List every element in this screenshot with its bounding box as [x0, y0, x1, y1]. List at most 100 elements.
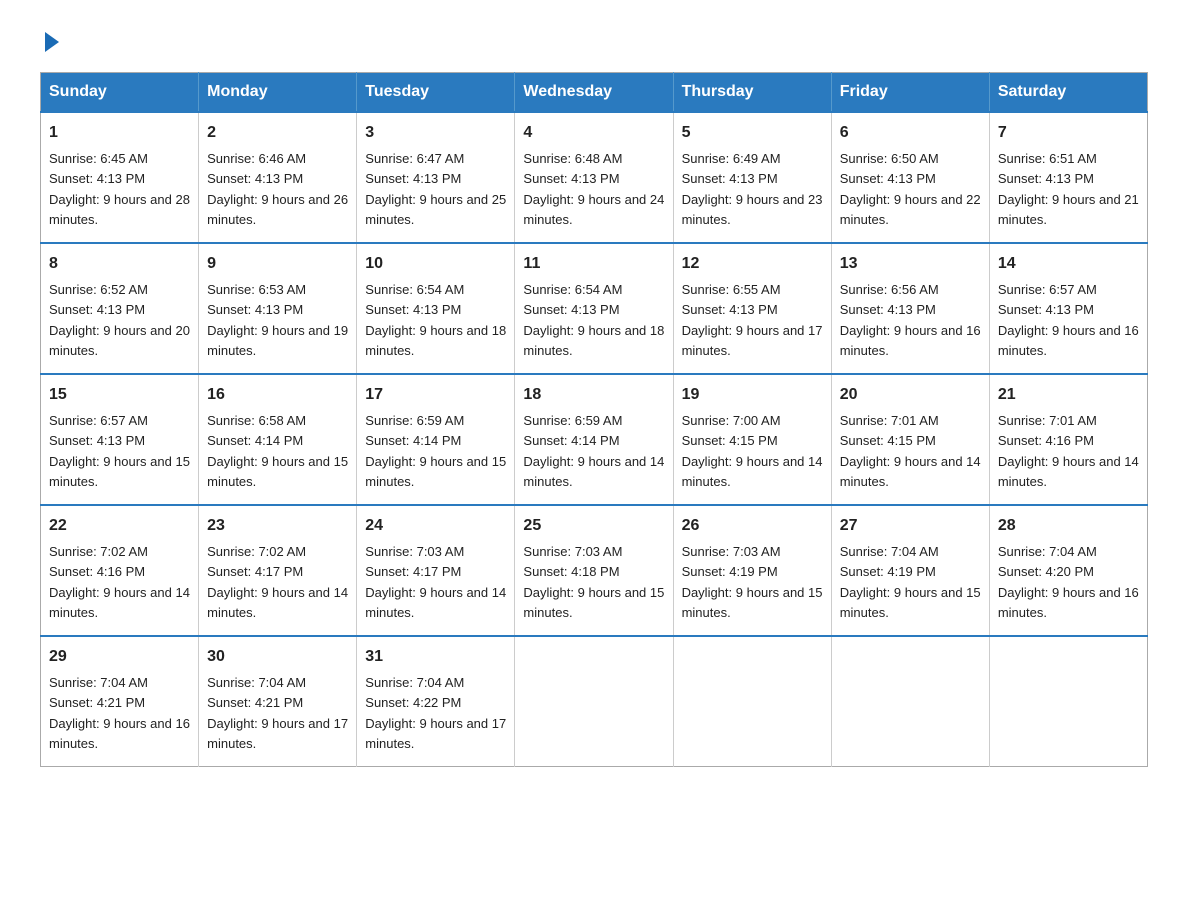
calendar-day-empty — [515, 636, 673, 767]
day-info: Sunrise: 7:03 AMSunset: 4:19 PMDaylight:… — [682, 544, 823, 620]
calendar-day-18: 18Sunrise: 6:59 AMSunset: 4:14 PMDayligh… — [515, 374, 673, 505]
calendar-day-8: 8 Sunrise: 6:52 AMSunset: 4:13 PMDaylight… — [41, 243, 199, 374]
day-info: Sunrise: 6:49 AMSunset: 4:13 PMDaylight:… — [682, 151, 823, 227]
day-number: 10 — [365, 252, 506, 276]
day-info: Sunrise: 7:04 AMSunset: 4:21 PMDaylight:… — [207, 675, 348, 751]
day-info: Sunrise: 7:03 AMSunset: 4:17 PMDaylight:… — [365, 544, 506, 620]
calendar-week-4: 22 Sunrise: 7:02 AMSunset: 4:16 PMDayligh… — [41, 505, 1148, 636]
weekday-header-thursday: Thursday — [673, 73, 831, 113]
day-number: 4 — [523, 121, 664, 145]
day-number: 5 — [682, 121, 823, 145]
weekday-header-monday: Monday — [199, 73, 357, 113]
day-number: 19 — [682, 383, 823, 407]
calendar-day-23: 23 Sunrise: 7:02 AMSunset: 4:17 PMDayligh… — [199, 505, 357, 636]
day-number: 23 — [207, 514, 348, 538]
day-number: 13 — [840, 252, 981, 276]
day-number: 16 — [207, 383, 348, 407]
day-info: Sunrise: 6:54 AMSunset: 4:13 PMDaylight:… — [523, 282, 664, 358]
calendar-day-17: 17 Sunrise: 6:59 AMSunset: 4:14 PMDayligh… — [357, 374, 515, 505]
calendar-day-13: 13 Sunrise: 6:56 AMSunset: 4:13 PMDayligh… — [831, 243, 989, 374]
day-info: Sunrise: 6:50 AMSunset: 4:13 PMDaylight:… — [840, 151, 981, 227]
weekday-header-saturday: Saturday — [989, 73, 1147, 113]
day-info: Sunrise: 6:53 AMSunset: 4:13 PMDaylight:… — [207, 282, 348, 358]
day-number: 7 — [998, 121, 1139, 145]
day-number: 9 — [207, 252, 348, 276]
page-header — [40, 30, 1148, 52]
day-info: Sunrise: 6:52 AMSunset: 4:13 PMDaylight:… — [49, 282, 190, 358]
calendar-day-24: 24 Sunrise: 7:03 AMSunset: 4:17 PMDayligh… — [357, 505, 515, 636]
calendar-day-7: 7 Sunrise: 6:51 AMSunset: 4:13 PMDaylight… — [989, 112, 1147, 243]
day-number: 24 — [365, 514, 506, 538]
calendar-day-15: 15 Sunrise: 6:57 AMSunset: 4:13 PMDayligh… — [41, 374, 199, 505]
day-info: Sunrise: 6:45 AMSunset: 4:13 PMDaylight:… — [49, 151, 190, 227]
calendar-day-28: 28 Sunrise: 7:04 AMSunset: 4:20 PMDayligh… — [989, 505, 1147, 636]
calendar-week-3: 15 Sunrise: 6:57 AMSunset: 4:13 PMDayligh… — [41, 374, 1148, 505]
calendar-day-19: 19Sunrise: 7:00 AMSunset: 4:15 PMDayligh… — [673, 374, 831, 505]
day-info: Sunrise: 6:57 AMSunset: 4:13 PMDaylight:… — [49, 413, 190, 489]
calendar-week-5: 29 Sunrise: 7:04 AMSunset: 4:21 PMDayligh… — [41, 636, 1148, 767]
day-info: Sunrise: 6:51 AMSunset: 4:13 PMDaylight:… — [998, 151, 1139, 227]
calendar-day-31: 31 Sunrise: 7:04 AMSunset: 4:22 PMDayligh… — [357, 636, 515, 767]
day-info: Sunrise: 7:02 AMSunset: 4:16 PMDaylight:… — [49, 544, 190, 620]
day-info: Sunrise: 6:59 AMSunset: 4:14 PMDaylight:… — [523, 413, 664, 489]
weekday-header-friday: Friday — [831, 73, 989, 113]
calendar-week-2: 8 Sunrise: 6:52 AMSunset: 4:13 PMDaylight… — [41, 243, 1148, 374]
calendar-day-2: 2 Sunrise: 6:46 AMSunset: 4:13 PMDaylight… — [199, 112, 357, 243]
day-number: 1 — [49, 121, 190, 145]
day-info: Sunrise: 7:04 AMSunset: 4:22 PMDaylight:… — [365, 675, 506, 751]
day-number: 20 — [840, 383, 981, 407]
calendar-day-1: 1 Sunrise: 6:45 AMSunset: 4:13 PMDaylight… — [41, 112, 199, 243]
day-number: 3 — [365, 121, 506, 145]
day-info: Sunrise: 7:03 AMSunset: 4:18 PMDaylight:… — [523, 544, 664, 620]
calendar-day-empty — [831, 636, 989, 767]
calendar-day-4: 4 Sunrise: 6:48 AMSunset: 4:13 PMDaylight… — [515, 112, 673, 243]
day-info: Sunrise: 7:02 AMSunset: 4:17 PMDaylight:… — [207, 544, 348, 620]
calendar-day-11: 11Sunrise: 6:54 AMSunset: 4:13 PMDayligh… — [515, 243, 673, 374]
calendar-day-27: 27Sunrise: 7:04 AMSunset: 4:19 PMDayligh… — [831, 505, 989, 636]
calendar-day-3: 3 Sunrise: 6:47 AMSunset: 4:13 PMDaylight… — [357, 112, 515, 243]
day-number: 22 — [49, 514, 190, 538]
day-info: Sunrise: 6:58 AMSunset: 4:14 PMDaylight:… — [207, 413, 348, 489]
day-info: Sunrise: 7:01 AMSunset: 4:15 PMDaylight:… — [840, 413, 981, 489]
day-number: 25 — [523, 514, 664, 538]
logo — [40, 30, 59, 52]
calendar-day-6: 6Sunrise: 6:50 AMSunset: 4:13 PMDaylight… — [831, 112, 989, 243]
calendar-day-21: 21 Sunrise: 7:01 AMSunset: 4:16 PMDayligh… — [989, 374, 1147, 505]
calendar-week-1: 1 Sunrise: 6:45 AMSunset: 4:13 PMDaylight… — [41, 112, 1148, 243]
day-number: 31 — [365, 645, 506, 669]
calendar-day-empty — [673, 636, 831, 767]
logo-general-text — [40, 30, 59, 52]
day-info: Sunrise: 6:47 AMSunset: 4:13 PMDaylight:… — [365, 151, 506, 227]
calendar-day-16: 16 Sunrise: 6:58 AMSunset: 4:14 PMDayligh… — [199, 374, 357, 505]
day-info: Sunrise: 6:55 AMSunset: 4:13 PMDaylight:… — [682, 282, 823, 358]
day-number: 29 — [49, 645, 190, 669]
day-number: 12 — [682, 252, 823, 276]
day-number: 17 — [365, 383, 506, 407]
calendar-header-row: SundayMondayTuesdayWednesdayThursdayFrid… — [41, 73, 1148, 113]
day-number: 14 — [998, 252, 1139, 276]
calendar-day-5: 5 Sunrise: 6:49 AMSunset: 4:13 PMDaylight… — [673, 112, 831, 243]
weekday-header-sunday: Sunday — [41, 73, 199, 113]
day-number: 30 — [207, 645, 348, 669]
day-info: Sunrise: 6:57 AMSunset: 4:13 PMDaylight:… — [998, 282, 1139, 358]
calendar-day-25: 25 Sunrise: 7:03 AMSunset: 4:18 PMDayligh… — [515, 505, 673, 636]
calendar-day-22: 22 Sunrise: 7:02 AMSunset: 4:16 PMDayligh… — [41, 505, 199, 636]
day-info: Sunrise: 6:48 AMSunset: 4:13 PMDaylight:… — [523, 151, 664, 227]
calendar-day-empty — [989, 636, 1147, 767]
day-number: 15 — [49, 383, 190, 407]
day-number: 2 — [207, 121, 348, 145]
day-info: Sunrise: 7:01 AMSunset: 4:16 PMDaylight:… — [998, 413, 1139, 489]
day-info: Sunrise: 6:59 AMSunset: 4:14 PMDaylight:… — [365, 413, 506, 489]
day-number: 8 — [49, 252, 190, 276]
weekday-header-tuesday: Tuesday — [357, 73, 515, 113]
day-info: Sunrise: 7:04 AMSunset: 4:20 PMDaylight:… — [998, 544, 1139, 620]
calendar-day-14: 14 Sunrise: 6:57 AMSunset: 4:13 PMDayligh… — [989, 243, 1147, 374]
calendar-day-26: 26 Sunrise: 7:03 AMSunset: 4:19 PMDayligh… — [673, 505, 831, 636]
weekday-header-wednesday: Wednesday — [515, 73, 673, 113]
day-number: 28 — [998, 514, 1139, 538]
day-number: 21 — [998, 383, 1139, 407]
day-number: 26 — [682, 514, 823, 538]
day-info: Sunrise: 6:56 AMSunset: 4:13 PMDaylight:… — [840, 282, 981, 358]
day-info: Sunrise: 6:46 AMSunset: 4:13 PMDaylight:… — [207, 151, 348, 227]
calendar-table: SundayMondayTuesdayWednesdayThursdayFrid… — [40, 72, 1148, 767]
